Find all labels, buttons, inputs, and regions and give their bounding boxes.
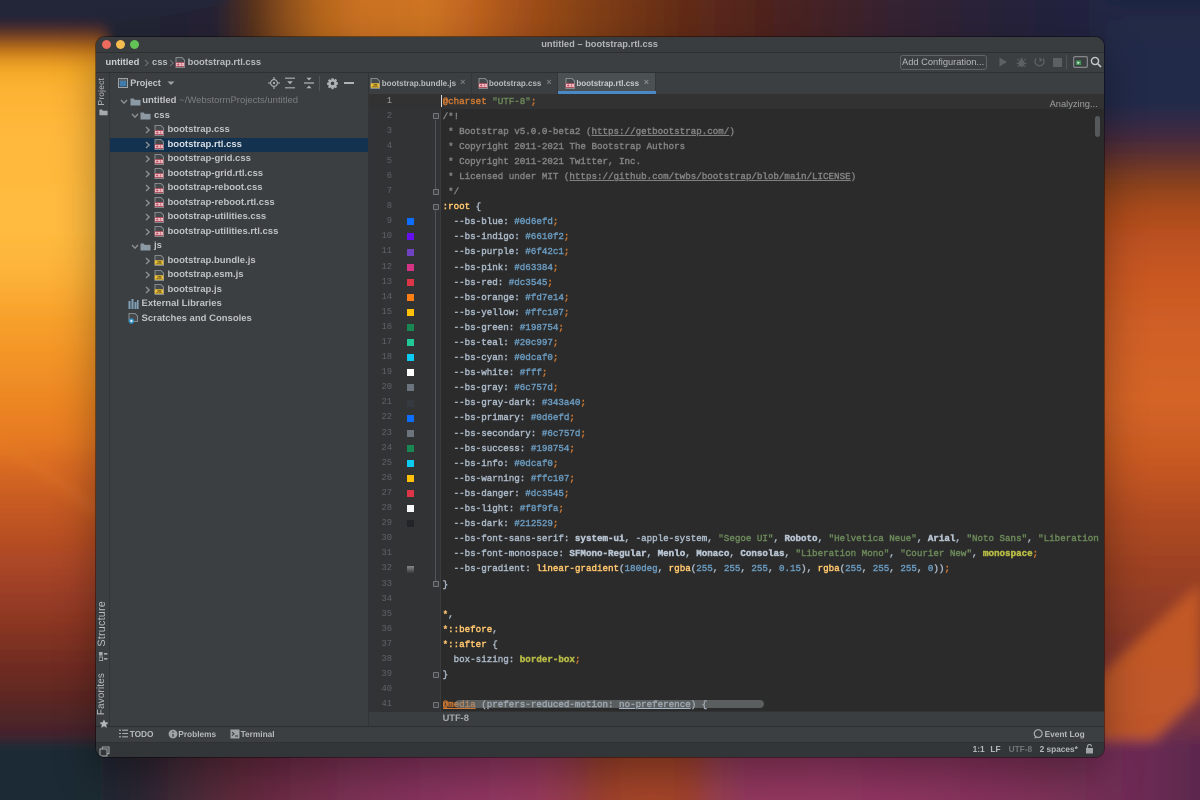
svg-text:JS: JS (372, 83, 377, 88)
svg-text:CSS: CSS (479, 82, 488, 87)
svg-text:CSS: CSS (154, 173, 163, 178)
svg-text:CSS: CSS (154, 159, 163, 164)
svg-text:CSS: CSS (154, 130, 163, 135)
svg-text:CSS: CSS (154, 188, 163, 193)
svg-text:CSS: CSS (154, 202, 163, 207)
svg-text:JS: JS (156, 275, 161, 280)
svg-text:CSS: CSS (154, 231, 163, 236)
svg-text:CSS: CSS (154, 144, 163, 149)
svg-text:JS: JS (156, 260, 161, 265)
svg-text:CSS: CSS (154, 217, 163, 222)
svg-text:CSS: CSS (566, 82, 575, 87)
svg-text:JS: JS (156, 289, 161, 294)
